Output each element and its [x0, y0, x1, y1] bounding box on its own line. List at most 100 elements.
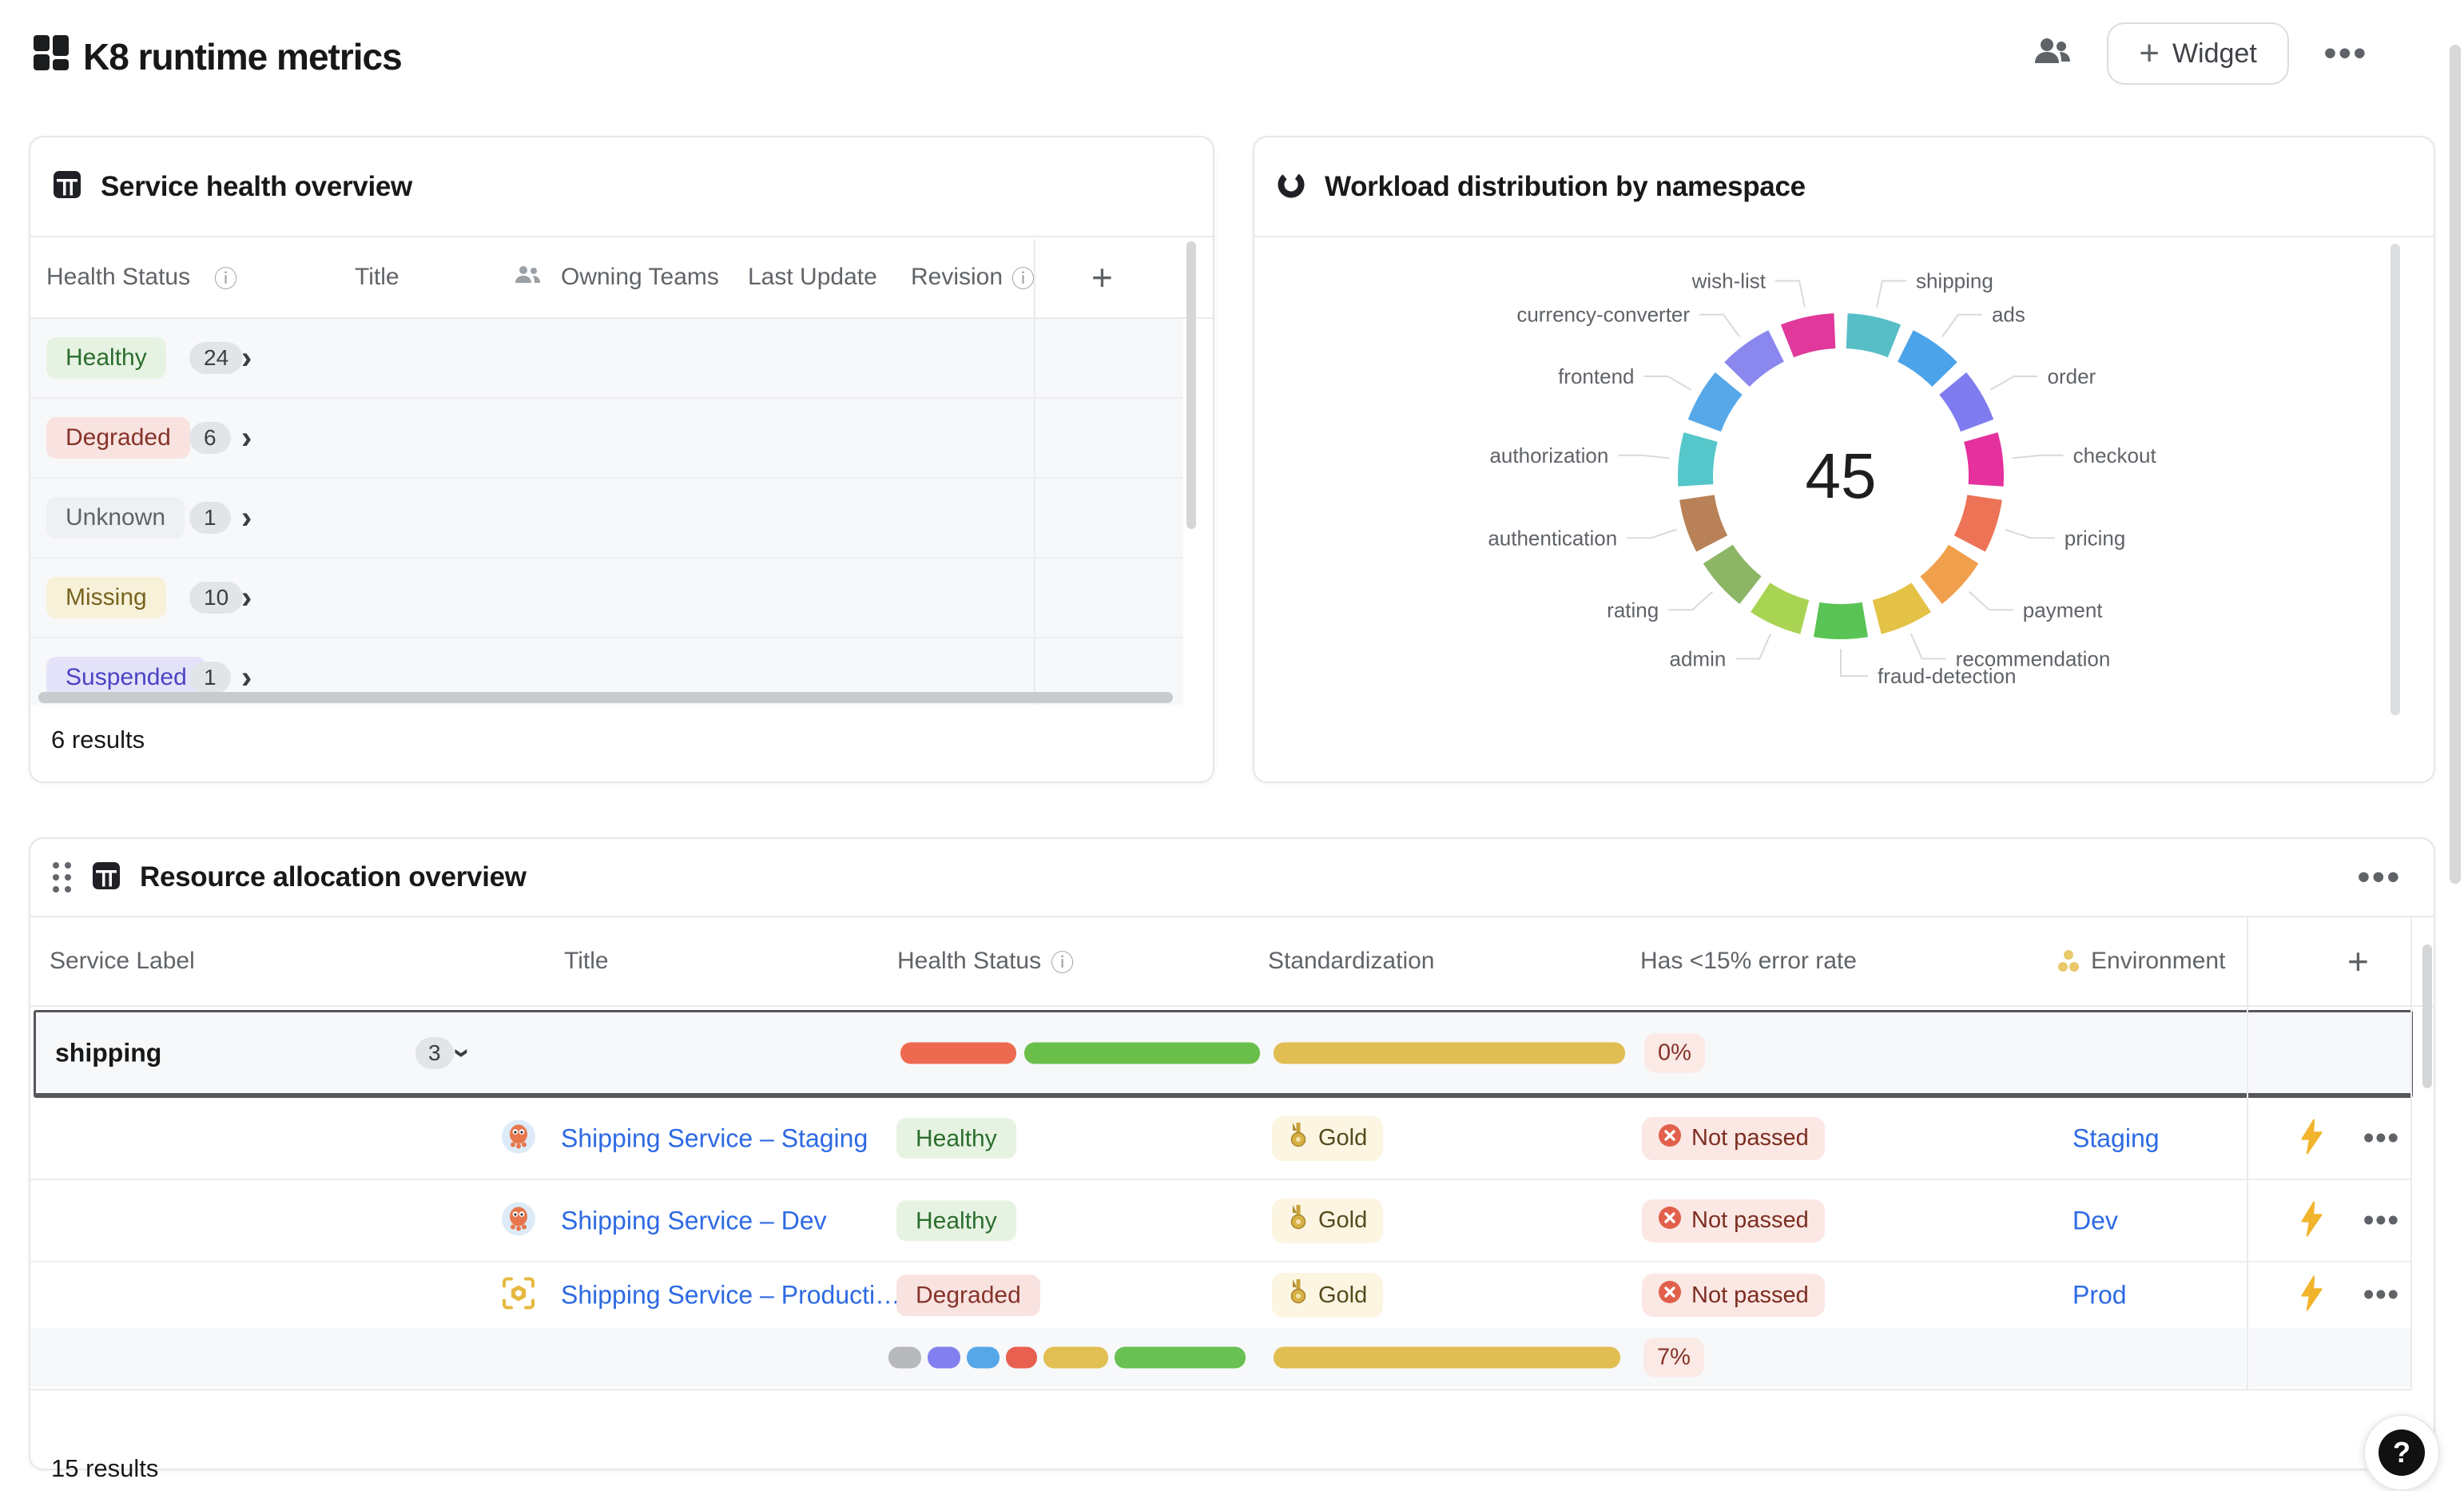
column-error-rate[interactable]: Has <15% error rate: [1640, 948, 1857, 975]
vertical-scrollbar[interactable]: [2422, 944, 2432, 1088]
service-row[interactable]: Shipping Service – Staging Healthy Gold …: [30, 1098, 2410, 1180]
column-health-status[interactable]: Health Status: [46, 264, 190, 291]
service-health-panel: Service health overview Health Status ⓘ …: [29, 136, 1214, 783]
label-leader-line: [1990, 376, 2037, 390]
add-widget-button[interactable]: + Widget: [2107, 22, 2289, 85]
donut-segment-pricing[interactable]: [1969, 498, 1985, 544]
donut-label-frontend: frontend: [1558, 364, 1634, 388]
label-leader-line: [1911, 634, 1946, 658]
health-bar-healthy: [1024, 1042, 1260, 1064]
donut-segment-checkout[interactable]: [1981, 437, 1986, 485]
health-status-badge: Degraded: [896, 1274, 1040, 1316]
horizontal-scrollbar[interactable]: [38, 692, 1173, 703]
page-menu-icon[interactable]: •••: [2324, 36, 2368, 71]
status-row-degraded[interactable]: Degraded6›: [30, 399, 1183, 479]
medal-icon: [1288, 1123, 1309, 1155]
donut-segment-currency-converter[interactable]: [1737, 346, 1776, 375]
owning-teams-icon: [515, 264, 542, 291]
standardization-bar: [1274, 1347, 1620, 1369]
error-rate-badge: Not passed: [1642, 1199, 1825, 1242]
group-row-shipping[interactable]: shipping 3 › 0%: [34, 1010, 2413, 1098]
column-owning-teams[interactable]: Owning Teams: [561, 264, 719, 291]
info-icon[interactable]: ⓘ: [1011, 260, 1035, 294]
chevron-right-icon[interactable]: ›: [241, 662, 252, 694]
scan-icon: [501, 1276, 536, 1315]
column-title[interactable]: Title: [355, 264, 399, 291]
aggregate-group-row[interactable]: 7%: [30, 1328, 2410, 1387]
donut-segment-payment[interactable]: [1931, 555, 1964, 590]
donut-segment-frontend[interactable]: [1704, 384, 1728, 426]
vertical-scrollbar[interactable]: [2390, 244, 2400, 715]
column-last-update[interactable]: Last Update: [748, 264, 877, 291]
donut-segment-wish-list[interactable]: [1787, 331, 1834, 341]
bolt-icon[interactable]: [2298, 1200, 2325, 1241]
donut-chart: shippingadsordercheckoutpricingpaymentre…: [1254, 239, 2434, 757]
column-revision[interactable]: Revision: [911, 264, 1003, 291]
x-circle-icon: [1658, 1123, 1682, 1154]
donut-segment-authentication[interactable]: [1697, 498, 1712, 544]
chevron-right-icon[interactable]: ›: [241, 342, 252, 374]
donut-segment-rating[interactable]: [1718, 555, 1751, 590]
donut-segment-admin[interactable]: [1760, 598, 1804, 618]
service-row[interactable]: Shipping Service – Producti… Degraded Go…: [30, 1262, 2410, 1328]
column-title[interactable]: Title: [564, 948, 609, 975]
table-header-row: Health Status ⓘ Title Owning Teams Last …: [30, 237, 1213, 319]
app-logo-icon: [32, 34, 70, 76]
page-title: K8 runtime metrics: [83, 35, 402, 78]
bolt-icon[interactable]: [2298, 1118, 2325, 1159]
share-users-icon[interactable]: [2033, 38, 2072, 70]
panel-title: Service health overview: [101, 171, 412, 203]
status-row-missing[interactable]: Missing10›: [30, 559, 1183, 638]
environment-link[interactable]: Dev: [2073, 1206, 2118, 1235]
row-menu-icon[interactable]: •••: [2363, 1203, 2400, 1238]
service-title-link[interactable]: Shipping Service – Staging: [561, 1123, 868, 1153]
row-menu-icon[interactable]: •••: [2363, 1278, 2400, 1313]
environment-link[interactable]: Staging: [2073, 1123, 2160, 1153]
column-service-label[interactable]: Service Label: [50, 948, 195, 975]
page-vertical-scrollbar[interactable]: [2450, 45, 2461, 884]
service-title-link[interactable]: Shipping Service – Dev: [561, 1206, 827, 1235]
chevron-right-icon[interactable]: ›: [241, 582, 252, 614]
status-row-healthy[interactable]: Healthy24›: [30, 319, 1183, 399]
count-badge: 1: [189, 662, 231, 694]
octopus-icon: [501, 1201, 536, 1240]
results-count: 15 results: [51, 1454, 158, 1483]
label-leader-line: [1699, 315, 1739, 337]
add-column-button[interactable]: +: [1091, 256, 1113, 299]
donut-segment-authorization[interactable]: [1695, 437, 1701, 485]
panel-menu-icon[interactable]: •••: [2358, 860, 2402, 895]
donut-segment-fraud-detection[interactable]: [1817, 619, 1866, 622]
add-column-button[interactable]: +: [2347, 940, 2369, 983]
actions-column-divider: [2247, 917, 2248, 1390]
service-title-link[interactable]: Shipping Service – Producti…: [561, 1281, 900, 1310]
info-icon[interactable]: ⓘ: [214, 260, 237, 294]
donut-segment-recommendation[interactable]: [1877, 598, 1921, 618]
standardization-bar: [1274, 1042, 1625, 1064]
drag-handle-icon[interactable]: [53, 862, 71, 893]
column-standardization[interactable]: Standardization: [1268, 948, 1434, 975]
column-health-status[interactable]: Health Statusⓘ: [897, 944, 1074, 978]
label-leader-line: [1627, 530, 1676, 539]
label-leader-line: [1643, 376, 1691, 390]
donut-segment-ads[interactable]: [1906, 346, 1945, 375]
column-environment[interactable]: Environment: [2056, 948, 2225, 975]
chevron-right-icon[interactable]: ›: [241, 502, 252, 534]
chevron-right-icon[interactable]: ›: [241, 422, 252, 454]
donut-segment-shipping[interactable]: [1847, 331, 1894, 341]
health-status-badge: Healthy: [896, 1118, 1016, 1159]
environment-link[interactable]: Prod: [2073, 1281, 2127, 1310]
chevron-down-icon[interactable]: ›: [445, 1048, 479, 1058]
vertical-scrollbar[interactable]: [1186, 241, 1196, 529]
donut-label-fraud-detection: fraud-detection: [1878, 664, 2016, 688]
label-leader-line: [2005, 530, 2054, 539]
page-header: K8 runtime metrics + Widget •••: [0, 0, 2464, 112]
service-row[interactable]: Shipping Service – Dev Healthy Gold Not …: [30, 1180, 2410, 1262]
donut-segment-order[interactable]: [1953, 384, 1977, 426]
label-leader-line: [1618, 455, 1669, 459]
error-rate-badge: 7%: [1643, 1338, 1704, 1378]
bolt-icon[interactable]: [2298, 1275, 2325, 1316]
row-menu-icon[interactable]: •••: [2363, 1121, 2400, 1155]
label-leader-line: [2013, 455, 2064, 459]
donut-center-value: 45: [1806, 440, 1877, 511]
status-row-unknown[interactable]: Unknown1›: [30, 479, 1183, 559]
